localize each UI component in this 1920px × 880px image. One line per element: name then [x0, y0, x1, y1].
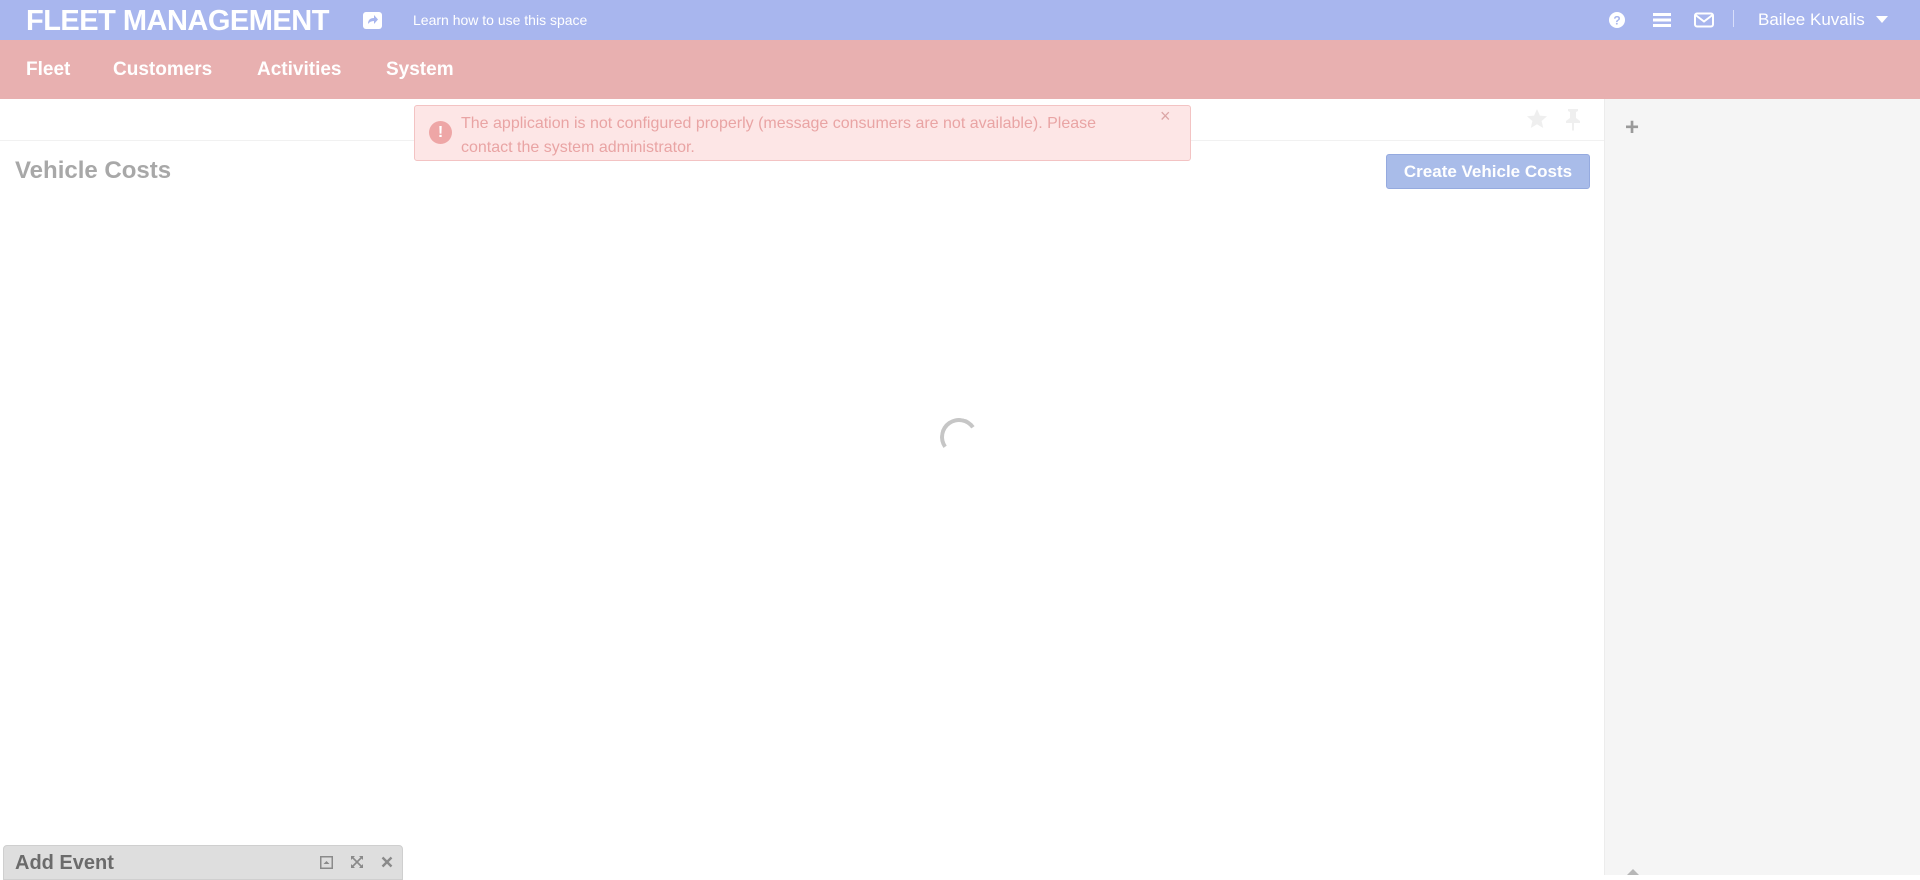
nav-item-fleet[interactable]: Fleet	[26, 59, 70, 81]
page-title: Vehicle Costs	[15, 157, 172, 184]
close-icon[interactable]: ×	[1160, 106, 1171, 127]
add-event-title: Add Event	[15, 852, 114, 874]
svg-text:?: ?	[1613, 14, 1620, 28]
add-widget-icon[interactable]: +	[1625, 114, 1639, 142]
header-icons: ?	[0, 8, 1920, 32]
header-divider	[1733, 10, 1734, 27]
create-vehicle-costs-button[interactable]: Create Vehicle Costs	[1386, 154, 1590, 189]
user-menu[interactable]: Bailee Kuvalis	[1758, 10, 1865, 30]
minimize-icon[interactable]	[318, 854, 334, 870]
top-header-bar: FLEET MANAGEMENT Learn how to use this s…	[0, 0, 1920, 40]
nav-item-system[interactable]: System	[386, 59, 454, 81]
bars-icon[interactable]	[1650, 8, 1674, 32]
nav-item-customers[interactable]: Customers	[113, 59, 212, 81]
loading-spinner	[936, 414, 982, 460]
chevron-up-icon[interactable]	[1627, 869, 1639, 875]
right-sidebar: +	[1604, 99, 1920, 875]
main-nav: Fleet Customers Activities System	[0, 40, 1920, 99]
star-icon[interactable]	[1525, 107, 1549, 136]
question-circle-icon[interactable]: ?	[1605, 8, 1629, 32]
alert-message: The application is not configured proper…	[461, 115, 1097, 156]
exclamation-icon: !	[429, 121, 452, 144]
pin-icon[interactable]	[1562, 107, 1584, 136]
expand-icon[interactable]	[349, 854, 365, 870]
main-content: Vehicle Costs Create Vehicle Costs	[0, 99, 1604, 875]
error-alert: ! The application is not configured prop…	[414, 105, 1191, 161]
nav-item-activities[interactable]: Activities	[257, 59, 341, 81]
caret-down-icon[interactable]	[1876, 16, 1888, 23]
envelope-icon[interactable]	[1692, 8, 1716, 32]
close-icon[interactable]	[379, 854, 395, 870]
